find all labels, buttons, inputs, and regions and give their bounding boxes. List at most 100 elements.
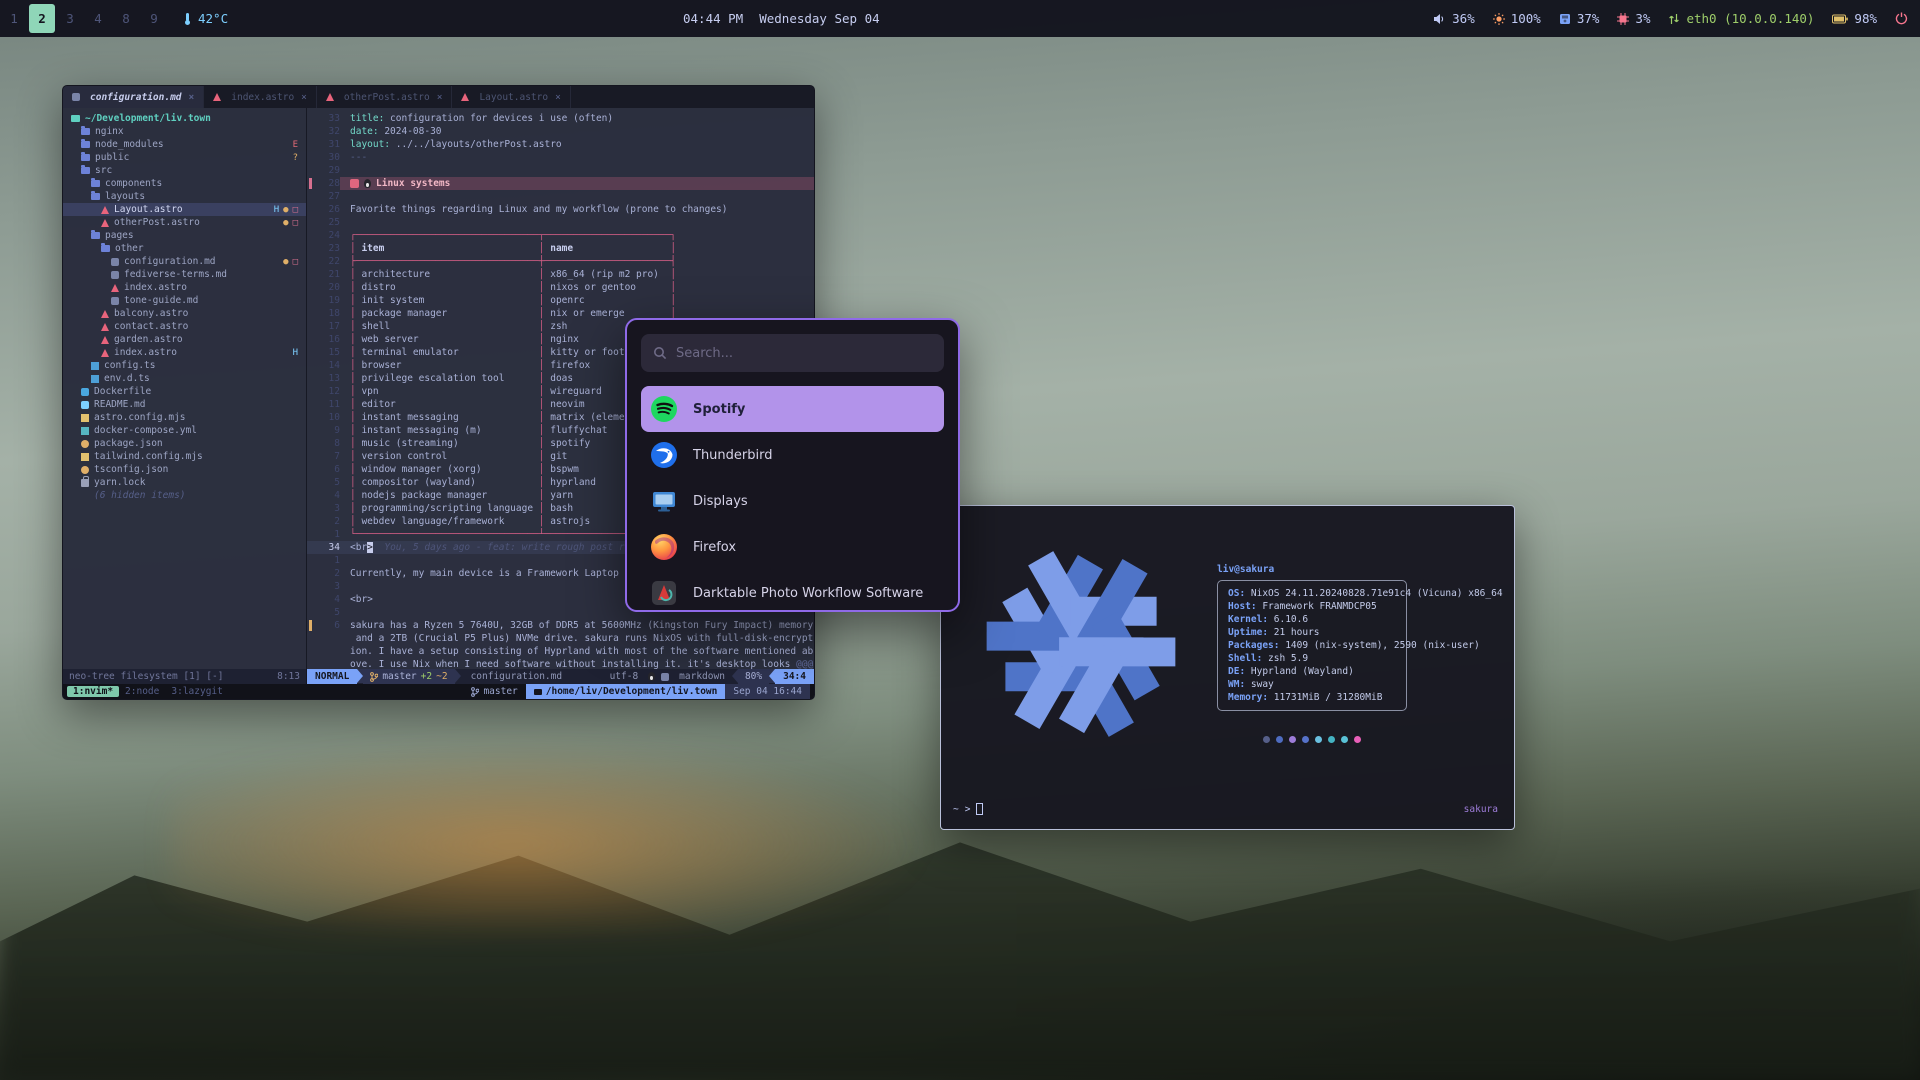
text-span: instant messaging [361,412,538,423]
buffer-line[interactable]: 19│ init system │ openrc │ [307,294,814,307]
tab-layout-astro[interactable]: Layout.astro [452,86,570,108]
tab-otherpost-astro[interactable]: otherPost.astro [317,86,453,108]
git-added: +2 [421,671,432,682]
workspace-8[interactable]: 8 [113,4,139,33]
tree-item[interactable]: otherPost.astro●□ [63,216,306,229]
tree-item[interactable]: (6 hidden items) [63,489,306,502]
tmux-window-node[interactable]: 2:node [119,686,165,697]
tmux-window-nvim[interactable]: 1:nvim* [67,686,119,697]
buffer-line[interactable]: 23│ item │ name │ [307,242,814,255]
launcher-item-displays[interactable]: Displays [641,478,944,524]
buffer-line[interactable]: 31layout: ../../layouts/otherPost.astro [307,138,814,151]
buffer-line[interactable]: 20│ distro │ nixos or gentoo │ [307,281,814,294]
tree-item[interactable]: package.json [63,437,306,450]
tree-item[interactable]: Dockerfile [63,385,306,398]
tmux-window-lazygit[interactable]: 3:lazygit [165,686,228,697]
tree-item[interactable]: tailwind.config.mjs [63,450,306,463]
tree-item[interactable]: yarn.lock [63,476,306,489]
line-text: --- [340,151,814,164]
text-span: │ [350,399,361,410]
tree-item[interactable]: balcony.astro [63,307,306,320]
tree-item[interactable]: index.astro [63,281,306,294]
tree-item[interactable]: index.astroH [63,346,306,359]
volume-module[interactable]: 36% [1433,11,1475,26]
buffer-line[interactable]: ion. I have a setup consisting of Hyprla… [307,645,814,658]
buffer-line[interactable]: and a 2TB (Crucial P5 Plus) NVMe drive. … [307,632,814,645]
tree-item[interactable]: src [63,164,306,177]
battery-module[interactable]: 98% [1832,11,1877,26]
launcher-item-thunderbird[interactable]: Thunderbird [641,432,944,478]
tree-item[interactable]: garden.astro [63,333,306,346]
buffer-line[interactable]: 29 [307,164,814,177]
tree-item[interactable]: README.md [63,398,306,411]
close-icon[interactable] [301,92,307,103]
cpu-module[interactable]: 3% [1617,11,1650,26]
tree-item[interactable]: nginx [63,125,306,138]
tree-item[interactable]: pages [63,229,306,242]
workspace-4[interactable]: 4 [85,4,111,33]
launcher-item-firefox[interactable]: Firefox [641,524,944,570]
tree-item[interactable]: node_modulesE [63,138,306,151]
buffer-line[interactable]: 27 [307,190,814,203]
workspace-2[interactable]: 2 [29,4,55,33]
tab-label: index.astro [231,92,294,103]
tab-index-astro[interactable]: index.astro [204,86,317,108]
text-span: │ [539,399,550,410]
buffer-line[interactable]: 25 [307,216,814,229]
buffer-line[interactable]: 32date: 2024-08-30 [307,125,814,138]
buffer-line[interactable]: 28Linux systems [307,177,814,190]
tree-item[interactable]: contact.astro [63,320,306,333]
disk-module[interactable]: 37% [1559,11,1600,26]
tree-item[interactable]: env.d.ts [63,372,306,385]
buffer-line[interactable]: 33title: configuration for devices i use… [307,112,814,125]
tree-item[interactable]: docker-compose.yml [63,424,306,437]
text-span: sakura has a Ryzen 5 7640U, 32GB of DDR5… [350,620,813,631]
workspace-3[interactable]: 3 [57,4,83,33]
tab-configuration-md[interactable]: configuration.md [63,86,204,108]
tree-item[interactable]: config.ts [63,359,306,372]
network-module[interactable]: eth0 (10.0.0.140) [1668,11,1814,26]
tmux-path: /home/liv/Development/liv.town [526,684,726,699]
close-icon[interactable] [555,92,561,103]
tree-item[interactable]: other [63,242,306,255]
workspace-9[interactable]: 9 [141,4,167,33]
launcher-item-darktable[interactable]: Darktable Photo Workflow Software [641,570,944,612]
power-button[interactable] [1895,12,1908,25]
palette-dot [1302,736,1309,743]
brightness-module[interactable]: 100% [1493,11,1541,26]
text-span: │ [539,295,550,306]
launcher-search[interactable]: Search... [641,334,944,372]
shell-prompt[interactable]: ~ > [953,803,983,815]
tree-item[interactable]: components [63,177,306,190]
workspace-1[interactable]: 1 [1,4,27,33]
tree-item[interactable]: Layout.astroH●□ [63,203,306,216]
tree-item[interactable]: public? [63,151,306,164]
text-span: <br> [350,594,373,605]
tree-item[interactable]: astro.config.mjs [63,411,306,424]
buffer-line[interactable]: 30--- [307,151,814,164]
close-icon[interactable] [189,92,195,103]
buffer-line[interactable]: 21│ architecture │ x86_64 (rip m2 pro) │ [307,268,814,281]
tree-item[interactable]: tone-guide.md [63,294,306,307]
buffer-line[interactable]: 24┌────────────────────────────────┬────… [307,229,814,242]
text-span: │ [539,334,550,345]
tree-item[interactable]: layouts [63,190,306,203]
launcher-item-spotify[interactable]: Spotify [641,386,944,432]
sign-column [307,645,316,658]
tree-item[interactable]: tsconfig.json [63,463,306,476]
tree-item[interactable]: fediverse-terms.md [63,268,306,281]
text-span: │ [539,386,550,397]
buffer-line[interactable]: 26Favorite things regarding Linux and my… [307,203,814,216]
close-icon[interactable] [437,92,443,103]
text-span: instant messaging (m) [361,425,538,436]
tree-item-label: nginx [95,126,124,137]
fastfetch-label: OS: [1228,588,1245,599]
buffer-line[interactable]: 6sakura has a Ryzen 5 7640U, 32GB of DDR… [307,619,814,632]
tree-badge: □ [293,257,298,267]
file-tree-root[interactable]: ~/Development/liv.town [63,112,306,125]
tree-item-label: public [95,152,129,163]
buffer-line[interactable]: ove. I use Nix when I need software with… [307,658,814,669]
buffer-line[interactable]: 22├────────────────────────────────┼────… [307,255,814,268]
text-span: title: [350,113,384,124]
tree-item[interactable]: configuration.md●□ [63,255,306,268]
